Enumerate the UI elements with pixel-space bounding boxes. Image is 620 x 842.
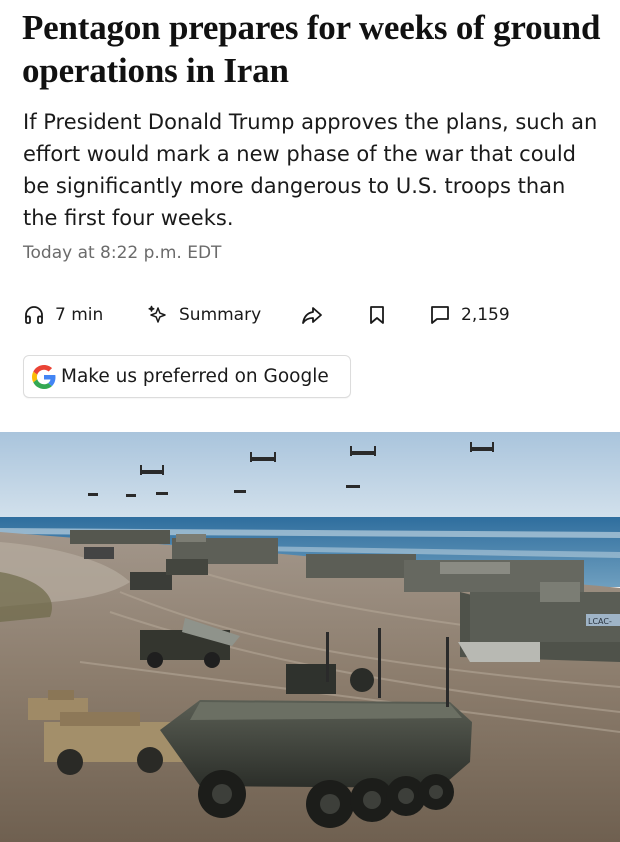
summary-button[interactable]: Summary — [147, 300, 261, 330]
listen-duration: 7 min — [55, 305, 104, 325]
share-arrow-icon — [302, 307, 322, 324]
comment-count: 2,159 — [461, 305, 510, 325]
lcac-hull-text: LCAC- — [588, 617, 612, 626]
article-photo[interactable]: LCAC- — [0, 432, 620, 842]
sky — [0, 432, 620, 520]
google-preferred-label: Make us preferred on Google — [61, 366, 329, 387]
sparkle-icon — [148, 305, 166, 323]
headline: Pentagon prepares for weeks of ground op… — [22, 8, 601, 90]
article-actions-bar: 7 min Summary 2,159 — [23, 300, 603, 330]
google-g-icon — [32, 364, 56, 389]
military-beach-landing-image: LCAC- — [0, 432, 620, 842]
timestamp: Today at 8:22 p.m. EDT — [23, 243, 222, 263]
comments-button[interactable]: 2,159 — [429, 300, 510, 330]
listen-button[interactable]: 7 min — [23, 300, 103, 330]
share-button[interactable] — [301, 300, 323, 330]
bookmark-icon — [370, 306, 384, 324]
bookmark-button[interactable] — [367, 300, 387, 330]
headphones-icon — [25, 306, 43, 324]
google-preferred-button[interactable]: Make us preferred on Google — [23, 355, 351, 398]
summary-label: Summary — [179, 305, 262, 325]
comment-icon — [431, 306, 449, 324]
article-dek: If President Donald Trump approves the p… — [23, 110, 598, 230]
